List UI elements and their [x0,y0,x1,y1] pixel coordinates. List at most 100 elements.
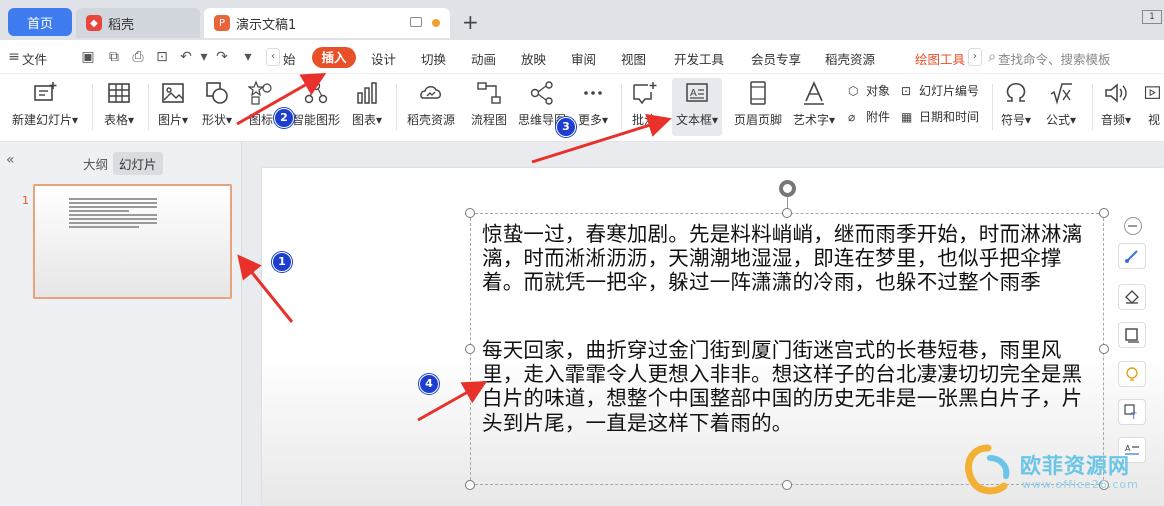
tab-home-label: 首页 [26,16,53,32]
resize-handle[interactable] [465,344,475,354]
annotation-badge-2: 2 [274,108,294,128]
video-label: 视 [1147,113,1160,127]
new-slide-button[interactable]: 新建幻灯片▾ [12,80,78,128]
fill-tool-button[interactable] [1118,284,1146,310]
more-dots-icon [584,91,602,95]
chart-button[interactable]: 图表▾ [352,80,382,128]
resize-handle[interactable] [465,480,475,490]
ribbon-toolbar: 新建幻灯片▾ 表格▾ 图片▾ 形状▾ 图标 智能图形 图表▾ 稻壳资源 流程图 … [0,74,1164,142]
tab-slides[interactable]: 幻灯片 [113,152,163,175]
outline-tool-button[interactable] [1118,322,1146,348]
print-preview-icon[interactable]: ⊡ [154,49,170,65]
chart-icon [357,82,377,104]
icon-button[interactable]: 图标 [248,80,274,128]
svg-text:T: T [1130,412,1137,420]
art-text-button[interactable]: 艺术字▾ [793,80,835,128]
export-icon[interactable]: ⧉ [106,49,122,65]
tab-daoke[interactable]: ◆ 稻壳 [76,8,200,38]
symbol-button[interactable]: 符号▾ [1001,80,1031,128]
table-button[interactable]: 表格▾ [104,80,134,128]
flowchart-button[interactable]: 流程图 [471,80,507,128]
comment-label: 批注 [631,113,656,127]
picture-button[interactable]: 图片▾ [158,80,188,128]
menu-drawing-tools[interactable]: 绘图工具 [915,49,965,68]
table-label: 表格 [104,113,129,127]
brush-tool-button[interactable] [1118,243,1146,269]
formula-label: 公式 [1046,113,1071,127]
svg-text:A: A [690,88,697,99]
comment-button[interactable]: 批注 [631,80,657,128]
tab-outline[interactable]: 大纲 [77,152,114,175]
header-footer-button[interactable]: 页眉页脚 [734,80,782,128]
paperclip-icon: ⌀ [848,109,856,124]
menu-scroll-right-icon[interactable]: › [968,48,982,66]
menu-design[interactable]: 设计 [371,49,396,68]
attachment-button[interactable]: ⌀ 附件 [848,108,890,125]
tab-home[interactable]: 首页 [8,8,72,36]
icon-label: 图标 [248,113,273,127]
resize-handle[interactable] [465,208,475,218]
menu-animation[interactable]: 动画 [471,49,496,68]
ribbon-divider [92,84,93,130]
chart-label: 图表 [352,113,377,127]
slide-paragraph-1[interactable]: 惊蛰一过，春寒加剧。先是料料峭峭，继而雨季开始，时而淋淋漓漓，时而淅淅沥沥，天潮… [482,222,1097,295]
watermark-url: www.office26.com [1022,478,1139,491]
date-time-button[interactable]: ▦ 日期和时间 [901,108,979,125]
new-tab-plus-icon[interactable]: + [462,10,479,34]
shape-button[interactable]: 形状▾ [202,80,232,128]
customize-icon[interactable]: ▾ [240,49,256,65]
resize-handle[interactable] [1099,344,1109,354]
menu-member[interactable]: 会员专享 [751,49,801,68]
menu-view[interactable]: 视图 [621,49,646,68]
menu-scroll-left-icon[interactable]: ‹ [266,48,280,66]
menu-slideshow[interactable]: 放映 [521,49,546,68]
video-button[interactable]: 视 [1144,80,1164,128]
menu-insert[interactable]: 插入 [312,47,356,68]
resize-handle[interactable] [782,480,792,490]
menu-start[interactable]: 始 [283,49,296,68]
rotate-handle-icon[interactable] [779,180,796,197]
daoke-resource-button[interactable]: 稻壳资源 [407,80,455,128]
hamburger-icon[interactable]: ≡ [6,49,22,65]
menu-review[interactable]: 审阅 [571,49,596,68]
search-command-input[interactable]: 查找命令、搜索模板 [998,49,1111,68]
video-icon [1144,86,1160,99]
omega-symbol-icon [1006,82,1026,102]
formula-button[interactable]: 公式▾ [1046,80,1076,128]
shape-label: 形状 [202,113,227,127]
monitor-icon[interactable] [410,17,422,27]
menu-daoke-resources[interactable]: 稻壳资源 [825,49,875,68]
undo-icon[interactable]: ↶ [178,49,194,65]
slide-thumbnail[interactable] [33,184,232,299]
print-icon[interactable]: ⎙ [130,49,146,65]
outline-icon [1125,328,1139,343]
window-restore-button[interactable]: 1 [1142,10,1162,24]
undo-dropdown-icon[interactable]: ▾ [196,49,212,65]
brush-icon [1125,250,1138,263]
smart-graphic-button[interactable]: 智能图形 [292,80,340,128]
new-slide-icon [34,82,57,101]
resize-handle[interactable] [1099,208,1109,218]
collapse-panel-icon[interactable]: « [6,152,15,168]
menu-developer[interactable]: 开发工具 [674,49,724,68]
effects-tool-button[interactable] [1118,361,1146,387]
text-format-tool-button[interactable]: T [1118,399,1146,425]
table-icon [108,83,130,103]
redo-icon[interactable]: ↷ [214,49,230,65]
slide-number-button[interactable]: ⊡ 幻灯片编号 [901,82,979,99]
object-label: 对象 [866,84,891,98]
slide-paragraph-2[interactable]: 每天回家，曲折穿过金门街到厦门街迷宫式的长巷短巷，雨里风里，走入霏霏令人更想入非… [482,338,1097,435]
text-format-icon: T [1124,404,1137,420]
menu-transition[interactable]: 切换 [421,49,446,68]
save-icon[interactable]: ▣ [80,49,96,65]
collapse-toolbar-icon[interactable] [1124,217,1142,235]
tab-document[interactable]: P 演示文稿1 [204,8,450,38]
shape-icon [206,82,228,104]
more-button[interactable]: 更多▾ [578,80,608,128]
text-box-button[interactable]: A 文本框▾ [672,78,723,136]
audio-button[interactable]: 音频▾ [1101,80,1131,128]
menu-file[interactable]: 文件 [22,49,47,68]
header-footer-icon [750,81,766,105]
resize-handle[interactable] [782,208,792,218]
object-button[interactable]: ⬡ 对象 [848,82,890,99]
